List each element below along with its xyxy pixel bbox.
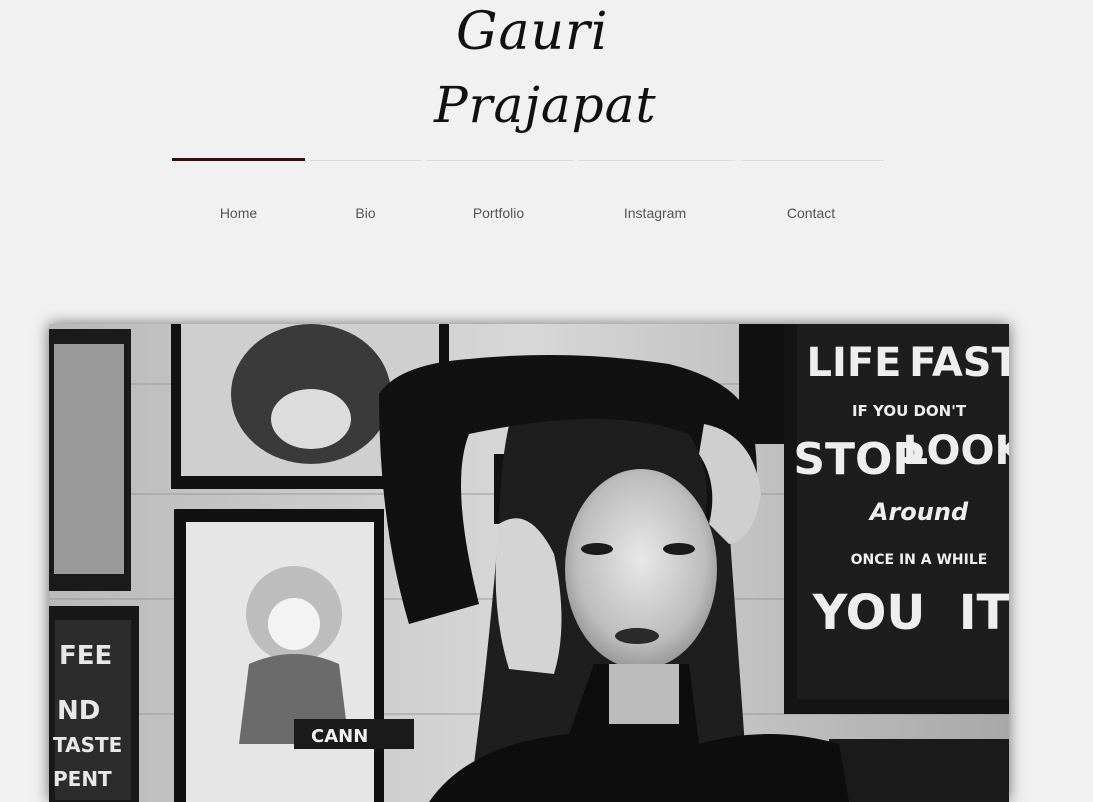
poster-line-if-you-dont: IF YOU DON'T	[852, 402, 967, 420]
poster-word-look: LOOK	[902, 428, 1009, 474]
left-poster-text-4: PENT	[53, 767, 112, 791]
nav-bio[interactable]: Bio	[310, 205, 421, 221]
left-poster-text-2: ND	[57, 696, 100, 726]
logo-first-name: Gauri	[456, 2, 609, 62]
poster-word-around: Around	[868, 498, 969, 526]
nav-rule-contact	[741, 160, 884, 161]
nav-portfolio[interactable]: Portfolio	[427, 205, 570, 221]
poster-word-you: YOU	[812, 585, 926, 641]
logo-last-name: Prajapat	[434, 76, 657, 134]
site-logo[interactable]: Gauri Prajapat	[0, 0, 1093, 160]
nav-rule-home-active	[172, 158, 305, 161]
bottom-poster-label: CANN	[311, 726, 368, 747]
nav-instagram[interactable]: Instagram	[579, 205, 731, 221]
hero-photo-illustration: FEE ND TASTE PENT CANN LIFE FAST IF YOU …	[49, 324, 1009, 802]
nav-contact[interactable]: Contact	[741, 205, 881, 221]
hero-photo: FEE ND TASTE PENT CANN LIFE FAST IF YOU …	[49, 324, 1009, 802]
nav-rule-bio	[310, 160, 421, 161]
poster-word-it: IT	[959, 585, 1009, 641]
poster-word-life: LIFE	[806, 340, 901, 386]
poster-word-fast: FAST	[909, 340, 1009, 386]
left-poster-text-3: TASTE	[53, 733, 122, 757]
left-poster-text-1: FEE	[59, 641, 112, 671]
nav-rule-instagram	[579, 160, 735, 161]
poster-line-once-in-a-while: ONCE IN A WHILE	[851, 552, 988, 568]
nav-home[interactable]: Home	[172, 205, 305, 221]
nav-rule-portfolio	[427, 160, 573, 161]
